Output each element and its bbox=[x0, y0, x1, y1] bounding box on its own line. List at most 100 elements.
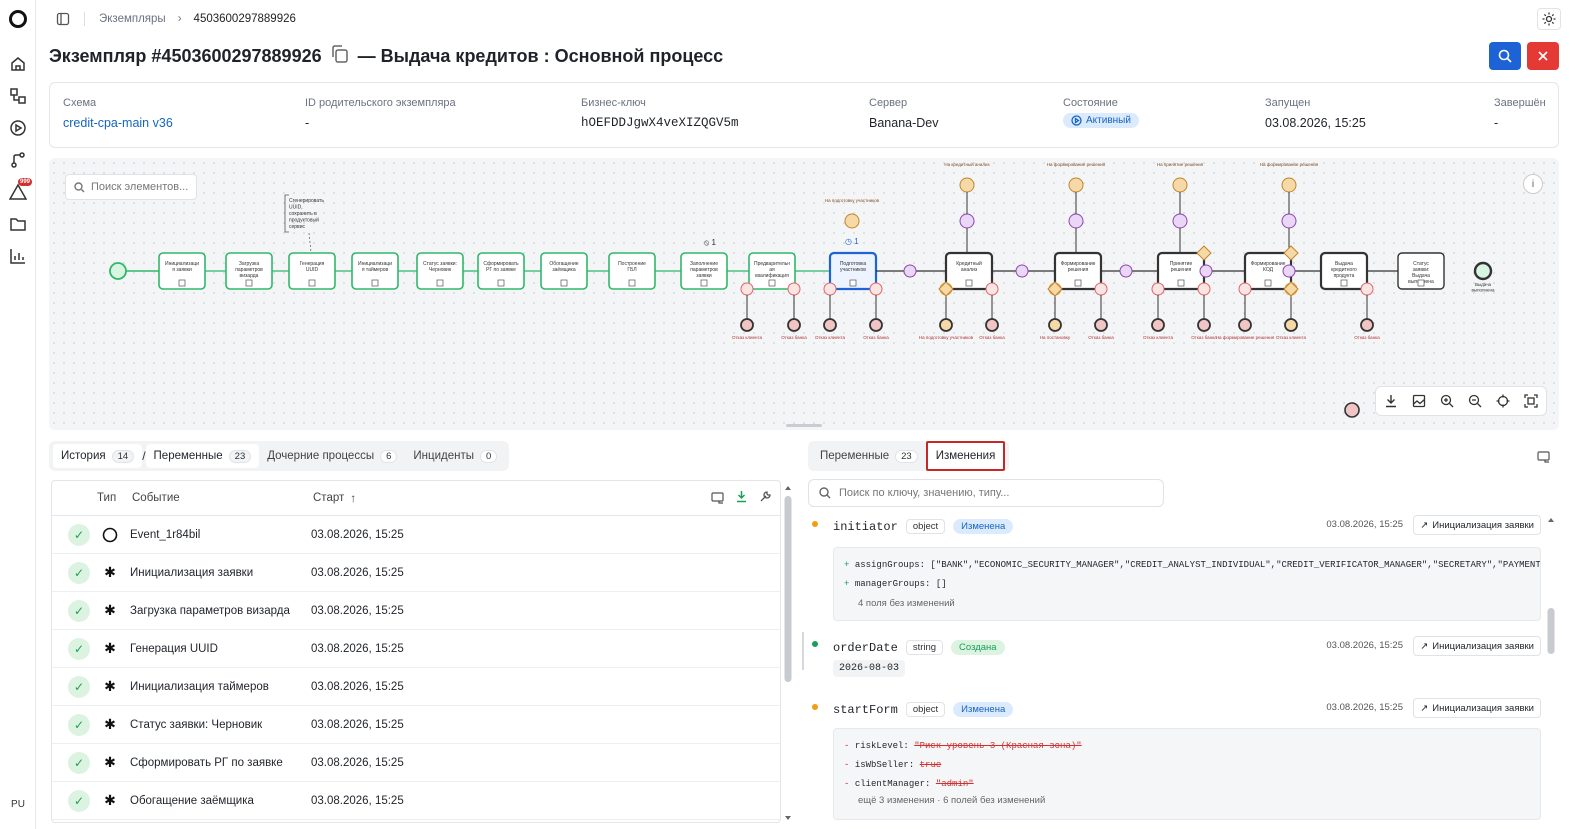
download-green-icon[interactable] bbox=[735, 490, 748, 506]
event-name: Инициализация заявки bbox=[130, 566, 254, 579]
info-business-key: Бизнес-ключ hOEFDDJgwX4veXIZQGV5m bbox=[581, 97, 739, 130]
changes-search-input[interactable]: Поиск по ключу, значению, типу... bbox=[808, 479, 1164, 507]
tab-variables-right[interactable]: Переменные 23 bbox=[812, 444, 926, 468]
completed-check-icon: ✓ bbox=[68, 789, 90, 812]
diagram-search-input[interactable]: Поиск элементов... bbox=[65, 174, 197, 200]
table-row[interactable]: ✓ Event_1r84bil 03.08.2026, 15:25 bbox=[52, 516, 780, 554]
columns-icon[interactable] bbox=[711, 491, 724, 507]
zoom-out-icon[interactable] bbox=[1464, 390, 1486, 412]
bpmn-task-label: Принятие решения bbox=[1170, 261, 1193, 273]
info-server: Сервер Banana-Dev bbox=[869, 97, 939, 130]
bpmn-canvas[interactable]: Инициализаци я заявки Загрузка параметров ви… bbox=[49, 158, 1559, 430]
inspect-button[interactable] bbox=[1489, 42, 1521, 70]
event-name: Статус заявки: Черновик bbox=[130, 718, 263, 731]
schemas-icon[interactable] bbox=[8, 86, 28, 106]
search-icon bbox=[819, 487, 831, 499]
page-title-process: — Выдача кредитов : Основной процесс bbox=[357, 46, 724, 66]
service-task-icon: ✱ bbox=[104, 602, 116, 618]
tab-variables[interactable]: Переменные 23 bbox=[145, 444, 260, 468]
boundary-event bbox=[1238, 282, 1252, 296]
cancel-instance-button[interactable] bbox=[1527, 42, 1559, 70]
subprocess-marker-icon bbox=[849, 279, 857, 287]
table-row[interactable]: ✓ ✱ Обогащение заёмщика 03.08.2026, 15:25 bbox=[52, 782, 780, 820]
tab-incidents[interactable]: Инциденты 0 bbox=[405, 444, 505, 468]
change-source-label: Инициализация заявки bbox=[1432, 640, 1534, 652]
panel-toggle-icon[interactable] bbox=[1537, 450, 1550, 466]
change-key-name: startForm bbox=[833, 702, 898, 717]
breadcrumb-instances[interactable]: Экземпляры bbox=[99, 13, 166, 25]
sidebar-toggle-icon[interactable] bbox=[56, 12, 70, 26]
tab-child-processes[interactable]: Дочерние процессы 6 bbox=[259, 444, 405, 468]
info-started: Запущен 03.08.2026, 15:25 bbox=[1265, 97, 1366, 130]
change-source-button[interactable]: ↗ Инициализация заявки bbox=[1413, 515, 1541, 535]
subprocess-marker-icon bbox=[1074, 279, 1082, 287]
change-item-orderdate: orderDate string Создана 03.08.2026, 15:… bbox=[808, 636, 1543, 690]
diff-key: clientManager: bbox=[854, 779, 931, 789]
event-start: 03.08.2026, 15:25 bbox=[311, 718, 404, 731]
schema-link[interactable]: credit-cpa-main v36 bbox=[63, 116, 173, 130]
tab-changes[interactable]: Изменения bbox=[925, 441, 1006, 471]
change-source-button[interactable]: ↗ Инициализация заявки bbox=[1413, 698, 1541, 718]
event-label: На формирование решения bbox=[1260, 162, 1319, 167]
info-schema: Схема credit-cpa-main v36 bbox=[63, 97, 173, 130]
start-event-icon bbox=[98, 527, 122, 543]
info-label: Завершён bbox=[1494, 97, 1546, 109]
status-chip: Изменена bbox=[953, 519, 1014, 534]
info-finished: Завершён - bbox=[1494, 97, 1546, 130]
end-event bbox=[1284, 318, 1298, 332]
home-icon[interactable] bbox=[8, 54, 28, 74]
skip-counter: ⦸ 1 bbox=[704, 238, 716, 247]
table-row[interactable]: ✓ ✱ Генерация UUID 03.08.2026, 15:25 bbox=[52, 630, 780, 668]
boundary-event bbox=[1151, 282, 1165, 296]
chart-icon[interactable] bbox=[8, 246, 28, 266]
change-date: 03.08.2026, 15:25 bbox=[1326, 640, 1403, 651]
center-icon[interactable] bbox=[1492, 390, 1514, 412]
change-date: 03.08.2026, 15:25 bbox=[1326, 519, 1403, 530]
user-avatar[interactable]: PU bbox=[4, 794, 32, 814]
branch-icon[interactable] bbox=[8, 150, 28, 170]
column-event[interactable]: Событие bbox=[132, 492, 313, 504]
timer-event bbox=[1172, 177, 1188, 193]
tab-history[interactable]: История 14 bbox=[53, 444, 143, 468]
message-event bbox=[903, 264, 917, 278]
table-row[interactable]: ✓ ✱ Инициализация таймеров 03.08.2026, 15:2… bbox=[52, 668, 780, 706]
tab-count: 23 bbox=[228, 449, 252, 463]
boundary-event bbox=[823, 282, 837, 296]
theme-toggle-icon[interactable] bbox=[1537, 8, 1561, 30]
change-key-name: orderDate bbox=[833, 640, 898, 655]
copy-icon[interactable] bbox=[330, 44, 350, 69]
info-label: Состояние bbox=[1063, 97, 1118, 109]
fit-view-icon[interactable] bbox=[1520, 390, 1542, 412]
subprocess-marker-icon bbox=[965, 279, 973, 287]
subprocess-marker-icon bbox=[1177, 279, 1185, 287]
sort-asc-icon[interactable]: ↑ bbox=[350, 491, 356, 505]
table-row[interactable]: ✓ ✱ Инициализация заявки 03.08.2026, 15:25 bbox=[52, 554, 780, 592]
table-header: Тип Событие Старт ↑ bbox=[52, 481, 780, 516]
export-image-icon[interactable] bbox=[1408, 390, 1430, 412]
changes-scrollbar[interactable] bbox=[1546, 516, 1556, 823]
history-scrollbar[interactable] bbox=[783, 484, 793, 823]
column-start[interactable]: Старт ↑ bbox=[313, 491, 356, 505]
change-source-label: Инициализация заявки bbox=[1432, 519, 1534, 531]
event-name: Инициализация таймеров bbox=[130, 680, 269, 693]
play-icon[interactable] bbox=[8, 118, 28, 138]
bpmn-task-label: Инициализаци я таймеров bbox=[358, 261, 392, 273]
info-icon[interactable]: i bbox=[1523, 174, 1543, 194]
event-start: 03.08.2026, 15:25 bbox=[311, 528, 404, 541]
logo-icon[interactable] bbox=[8, 9, 28, 29]
panel-splitter[interactable] bbox=[802, 632, 804, 670]
download-icon[interactable] bbox=[1380, 390, 1402, 412]
completed-check-icon: ✓ bbox=[68, 599, 90, 622]
change-source-button[interactable]: ↗ Инициализация заявки bbox=[1413, 636, 1541, 656]
zoom-in-icon[interactable] bbox=[1436, 390, 1458, 412]
table-row[interactable]: ✓ ✱ Загрузка параметров визарда 03.08.2026,… bbox=[52, 592, 780, 630]
wrench-icon[interactable] bbox=[759, 490, 772, 506]
folder-icon[interactable] bbox=[8, 214, 28, 234]
status-badge: Активный bbox=[1063, 113, 1139, 129]
end-event-label: Отказ клиента bbox=[1143, 335, 1174, 340]
table-row[interactable]: ✓ ✱ Статус заявки: Черновик 03.08.2026, 15:… bbox=[52, 706, 780, 744]
table-row[interactable]: ✓ ✱ Сформировать РГ по заявке 03.08.2026, 1… bbox=[52, 744, 780, 782]
canvas-resize-handle[interactable] bbox=[786, 424, 822, 427]
diff-note: 4 поля без изменений bbox=[858, 598, 955, 609]
event-label: На кредитный анализ bbox=[944, 161, 989, 167]
